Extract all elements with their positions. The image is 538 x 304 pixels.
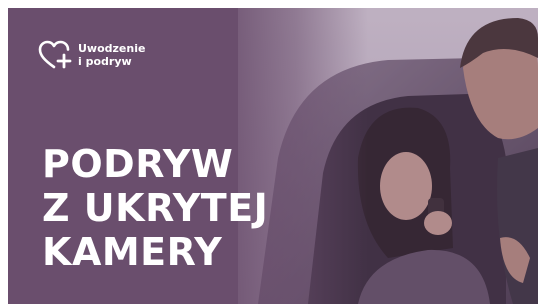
heart-plus-icon bbox=[38, 40, 72, 69]
brand-name-line1: Uwodzenie bbox=[78, 42, 146, 55]
headline-line1: PODRYW bbox=[42, 142, 234, 186]
headline-line2: Z UKRYTEJ bbox=[42, 186, 269, 230]
brand-name: Uwodzenie i podryw bbox=[78, 42, 145, 68]
brand-name-line2: i podryw bbox=[78, 55, 132, 68]
banner: Uwodzenie i podryw PODRYW Z UKRYTEJ KAME… bbox=[8, 8, 538, 304]
headline-line3: KAMERY bbox=[42, 230, 223, 274]
brand-logo: Uwodzenie i podryw bbox=[38, 40, 145, 70]
headline: PODRYW Z UKRYTEJ KAMERY bbox=[42, 142, 268, 274]
